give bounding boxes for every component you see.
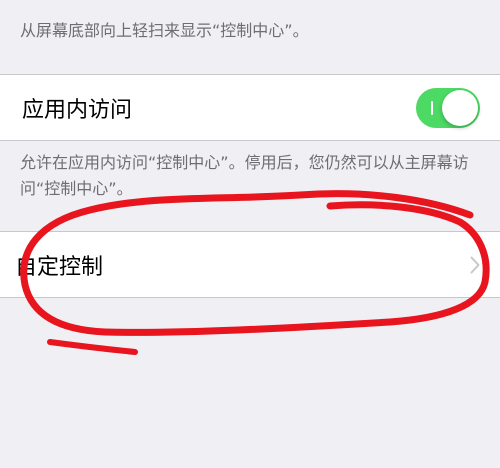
access-within-apps-row: 应用内访问	[0, 74, 500, 141]
customize-controls-row[interactable]: 自定控制	[0, 231, 500, 298]
chevron-right-icon	[470, 256, 480, 273]
access-within-apps-description: 允许在应用内访问“控制中心”。停用后，您仍然可以从主屏幕访问“控制中心”。	[20, 153, 469, 198]
toggle-knob	[442, 89, 478, 126]
access-within-apps-toggle[interactable]	[416, 87, 480, 128]
customize-controls-label: 自定控制	[15, 254, 104, 280]
swipe-hint-text: 从屏幕底部向上轻扫来显示“控制中心”。	[20, 21, 309, 40]
access-within-apps-label: 应用内访问	[22, 97, 133, 123]
toggle-on-indicator-icon	[431, 100, 433, 115]
